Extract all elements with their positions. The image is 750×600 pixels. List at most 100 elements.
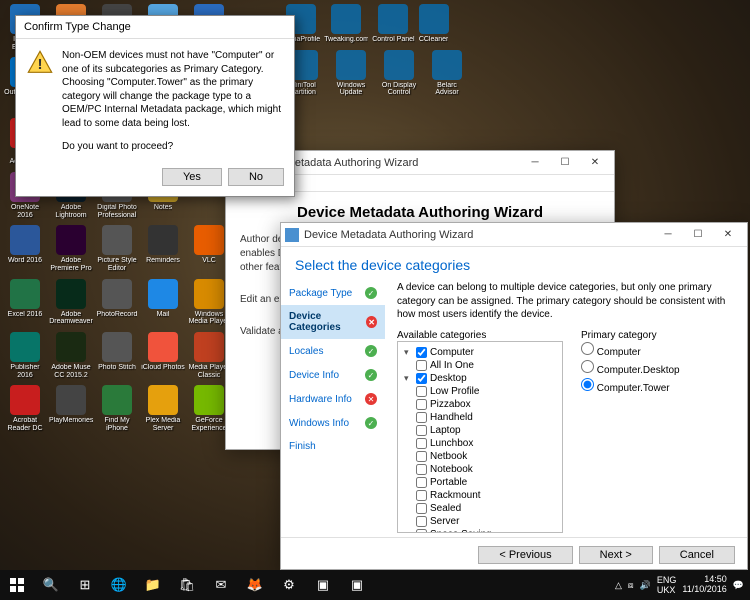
desktop-icon[interactable]: Plex Media Server bbox=[140, 383, 186, 434]
next-button[interactable]: Next > bbox=[579, 546, 653, 564]
nav-locales[interactable]: Locales✓ bbox=[281, 339, 385, 363]
task-view-button[interactable]: ⊞ bbox=[68, 570, 102, 600]
nav-device-info[interactable]: Device Info✓ bbox=[281, 363, 385, 387]
nav-hardware-info[interactable]: Hardware Info✕ bbox=[281, 387, 385, 411]
language-indicator[interactable]: ENGUKX bbox=[657, 575, 677, 595]
check-icon: ✓ bbox=[365, 345, 377, 357]
desktop-icon[interactable]: Tweaking.com bbox=[323, 2, 369, 46]
cancel-button[interactable]: Cancel bbox=[659, 546, 735, 564]
taskbar-app[interactable]: 🌐 bbox=[102, 570, 136, 600]
nav-windows-info[interactable]: Windows Info✓ bbox=[281, 411, 385, 435]
desktop-icon[interactable]: Windows Update bbox=[328, 48, 374, 99]
check-icon: ✓ bbox=[365, 417, 377, 429]
desktop-icon[interactable]: PhotoRecord bbox=[94, 277, 140, 328]
confirm-type-change-dialog: Confirm Type Change ! Non-OEM devices mu… bbox=[15, 15, 295, 197]
taskbar-app[interactable]: ⚙ bbox=[272, 570, 306, 600]
desktop-icon[interactable]: Find My iPhone bbox=[94, 383, 140, 434]
radio-computer[interactable] bbox=[581, 342, 594, 355]
checkbox-pizzabox[interactable] bbox=[416, 399, 427, 410]
primary-label: Primary category bbox=[581, 330, 680, 341]
desktop-icon[interactable]: Picture Style Editor bbox=[94, 223, 140, 274]
wizard-categories-window: Device Metadata Authoring Wizard ─ ☐ ✕ S… bbox=[280, 222, 748, 570]
checkbox-computer[interactable] bbox=[416, 347, 427, 358]
clock[interactable]: 14:5011/10/2016 bbox=[682, 575, 726, 595]
window-title: Device Metadata Authoring Wizard bbox=[304, 229, 653, 241]
network-icon[interactable]: ⧈ bbox=[628, 580, 634, 591]
taskbar: 🔍 ⊞ 🌐 📁 🛍 ✉ 🦊 ⚙ ▣ ▣ △ ⧈ 🔊 ENGUKX 14:5011… bbox=[0, 570, 750, 600]
checkbox-lunchbox[interactable] bbox=[416, 438, 427, 449]
primary-category-group: Primary category Computer Computer.Deskt… bbox=[581, 330, 680, 533]
system-tray[interactable]: △ ⧈ 🔊 ENGUKX 14:5011/10/2016 💬 bbox=[615, 575, 750, 595]
checkbox-laptop[interactable] bbox=[416, 425, 427, 436]
check-icon: ✓ bbox=[365, 369, 377, 381]
desktop-icon[interactable]: Adobe Premiere Pro bbox=[48, 223, 94, 274]
checkbox-rackmount[interactable] bbox=[416, 490, 427, 501]
start-button[interactable] bbox=[0, 570, 34, 600]
desktop-icon[interactable]: On Display Control bbox=[376, 48, 422, 99]
desktop-icon[interactable]: PlayMemories bbox=[48, 383, 94, 434]
previous-button[interactable]: < Previous bbox=[478, 546, 572, 564]
desktop-icon[interactable]: CCleaner bbox=[418, 2, 450, 46]
volume-icon[interactable]: 🔊 bbox=[640, 580, 651, 591]
checkbox-server[interactable] bbox=[416, 516, 427, 527]
checkbox-notebook[interactable] bbox=[416, 464, 427, 475]
page-heading: Select the device categories bbox=[281, 247, 747, 281]
radio-row: Computer.Tower bbox=[581, 377, 680, 395]
hint-text: A device can belong to multiple device c… bbox=[397, 281, 735, 322]
checkbox-desktop[interactable] bbox=[416, 373, 427, 384]
nav-package-type[interactable]: Package Type✓ bbox=[281, 281, 385, 305]
nav-device-categories[interactable]: Device Categories✕ bbox=[281, 305, 385, 339]
search-button[interactable]: 🔍 bbox=[34, 570, 68, 600]
taskbar-app[interactable]: 🛍 bbox=[170, 570, 204, 600]
checkbox-allinone[interactable] bbox=[416, 360, 427, 371]
desktop-icon[interactable]: Reminders bbox=[140, 223, 186, 274]
desktop-icon[interactable]: Belarc Advisor bbox=[424, 48, 470, 99]
close-button[interactable]: ✕ bbox=[580, 153, 610, 173]
yes-button[interactable]: Yes bbox=[162, 168, 222, 186]
taskbar-app[interactable]: ▣ bbox=[340, 570, 374, 600]
desktop-icon[interactable]: Control Panel bbox=[371, 2, 415, 46]
collapse-icon[interactable]: ▾ bbox=[404, 373, 413, 384]
wizard-button-row: < Previous Next > Cancel bbox=[281, 537, 747, 572]
error-icon: ✕ bbox=[366, 316, 377, 328]
taskbar-app[interactable]: ▣ bbox=[306, 570, 340, 600]
maximize-button[interactable]: ☐ bbox=[550, 153, 580, 173]
desktop-icon[interactable]: Mail bbox=[140, 277, 186, 328]
checkbox-lowprofile[interactable] bbox=[416, 386, 427, 397]
desktop-icon-row-top: nVidiaProfileTweaking.comControl PanelCC… bbox=[280, 2, 480, 99]
desktop-icon[interactable]: Publisher 2016 bbox=[2, 330, 48, 381]
collapse-icon[interactable]: ▾ bbox=[404, 347, 413, 358]
desktop-icon[interactable]: Word 2016 bbox=[2, 223, 48, 274]
checkbox-sealed[interactable] bbox=[416, 503, 427, 514]
nav-finish[interactable]: Finish bbox=[281, 435, 385, 458]
radio-row: Computer bbox=[581, 341, 680, 359]
checkbox-portable[interactable] bbox=[416, 477, 427, 488]
check-icon: ✓ bbox=[365, 287, 377, 299]
checkbox-netbook[interactable] bbox=[416, 451, 427, 462]
taskbar-app[interactable]: 📁 bbox=[136, 570, 170, 600]
no-button[interactable]: No bbox=[228, 168, 284, 186]
taskbar-app[interactable]: 🦊 bbox=[238, 570, 272, 600]
desktop-icon[interactable]: iCloud Photos bbox=[140, 330, 186, 381]
taskbar-app[interactable]: ✉ bbox=[204, 570, 238, 600]
checkbox-spacesaving[interactable] bbox=[416, 529, 427, 533]
tray-icon[interactable]: △ bbox=[615, 580, 622, 591]
desktop-icon[interactable]: Adobe Muse CC 2015.2 bbox=[48, 330, 94, 381]
desktop-icon[interactable]: Adobe Dreamweaver bbox=[48, 277, 94, 328]
radio-desktop[interactable] bbox=[581, 360, 594, 373]
desktop-icon[interactable]: Excel 2016 bbox=[2, 277, 48, 328]
action-center-icon[interactable]: 💬 bbox=[733, 580, 744, 591]
minimize-button[interactable]: ─ bbox=[653, 225, 683, 245]
desktop-icon[interactable]: Photo Stitch bbox=[94, 330, 140, 381]
maximize-button[interactable]: ☐ bbox=[683, 225, 713, 245]
close-button[interactable]: ✕ bbox=[713, 225, 743, 245]
desktop-icon[interactable]: Acrobat Reader DC bbox=[2, 383, 48, 434]
radio-row: Computer.Desktop bbox=[581, 359, 680, 377]
main-pane: A device can belong to multiple device c… bbox=[385, 281, 747, 537]
radio-tower[interactable] bbox=[581, 378, 594, 391]
checkbox-handheld[interactable] bbox=[416, 412, 427, 423]
error-icon: ✕ bbox=[365, 393, 377, 405]
category-tree[interactable]: ▾Computer All In One ▾Desktop Low Profil… bbox=[397, 341, 563, 533]
titlebar[interactable]: Device Metadata Authoring Wizard ─ ☐ ✕ bbox=[281, 223, 747, 247]
minimize-button[interactable]: ─ bbox=[520, 153, 550, 173]
